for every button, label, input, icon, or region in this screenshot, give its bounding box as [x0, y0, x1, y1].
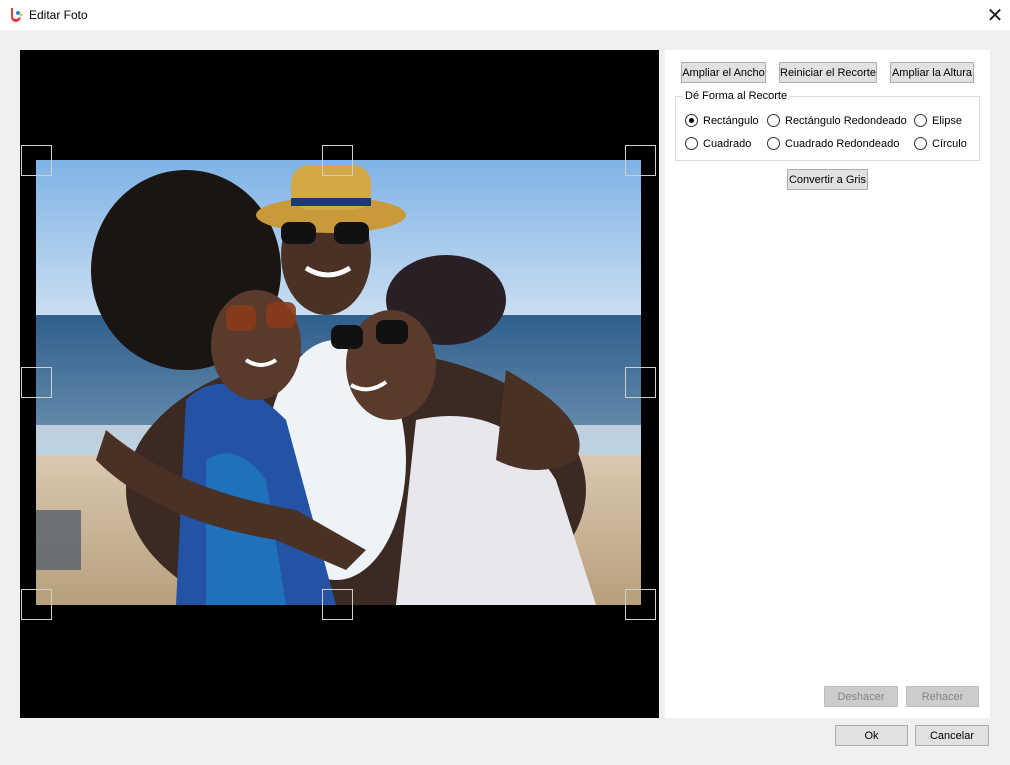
- radio-indicator: [914, 137, 927, 150]
- radio-circle[interactable]: Círculo: [914, 137, 967, 150]
- radio-indicator-selected: [685, 114, 698, 127]
- heighten-button[interactable]: Ampliar la Altura: [890, 62, 974, 83]
- cancel-button[interactable]: Cancelar: [915, 725, 989, 746]
- radio-ellipse[interactable]: Elipse: [914, 114, 962, 127]
- crop-shape-group: Dé Forma al Recorte Rectángulo Rectángul…: [675, 90, 980, 161]
- title-bar: Editar Foto ✕: [0, 0, 1010, 30]
- radio-label: Rectángulo Redondeado: [785, 114, 907, 127]
- ok-button[interactable]: Ok: [835, 725, 908, 746]
- redo-button[interactable]: Rehacer: [906, 686, 979, 707]
- undo-button[interactable]: Deshacer: [824, 686, 898, 707]
- photo-preview: [36, 160, 641, 605]
- crop-handle-bottom-left[interactable]: [21, 589, 52, 620]
- tools-panel: Ampliar el Ancho Reiniciar el Recorte Am…: [665, 50, 990, 718]
- crop-handle-top-right[interactable]: [625, 145, 656, 176]
- image-canvas[interactable]: [20, 50, 659, 718]
- radio-rectangle[interactable]: Rectángulo: [685, 114, 759, 127]
- crop-handle-bottom-center[interactable]: [322, 589, 353, 620]
- crop-handle-middle-right[interactable]: [625, 367, 656, 398]
- crop-handle-top-left[interactable]: [21, 145, 52, 176]
- widen-button[interactable]: Ampliar el Ancho: [681, 62, 766, 83]
- radio-label: Rectángulo: [703, 114, 759, 127]
- crop-handle-middle-left[interactable]: [21, 367, 52, 398]
- app-logo-icon: [9, 7, 23, 23]
- radio-label: Elipse: [932, 114, 962, 127]
- radio-indicator: [767, 114, 780, 127]
- radio-indicator: [685, 137, 698, 150]
- radio-rounded-rectangle[interactable]: Rectángulo Redondeado: [767, 114, 907, 127]
- radio-label: Cuadrado Redondeado: [785, 137, 900, 150]
- crop-handle-bottom-right[interactable]: [625, 589, 656, 620]
- radio-rounded-square[interactable]: Cuadrado Redondeado: [767, 137, 899, 150]
- radio-indicator: [767, 137, 780, 150]
- radio-label: Cuadrado: [703, 137, 752, 150]
- radio-indicator: [914, 114, 927, 127]
- window-title: Editar Foto: [29, 8, 88, 22]
- radio-square[interactable]: Cuadrado: [685, 137, 751, 150]
- close-icon[interactable]: ✕: [980, 0, 1010, 30]
- crop-shape-legend: Dé Forma al Recorte: [683, 90, 790, 102]
- reset-crop-button[interactable]: Reiniciar el Recorte: [779, 62, 877, 83]
- crop-handle-top-center[interactable]: [322, 145, 353, 176]
- grayscale-button[interactable]: Convertir a Gris: [787, 169, 868, 190]
- radio-label: Círculo: [932, 137, 967, 150]
